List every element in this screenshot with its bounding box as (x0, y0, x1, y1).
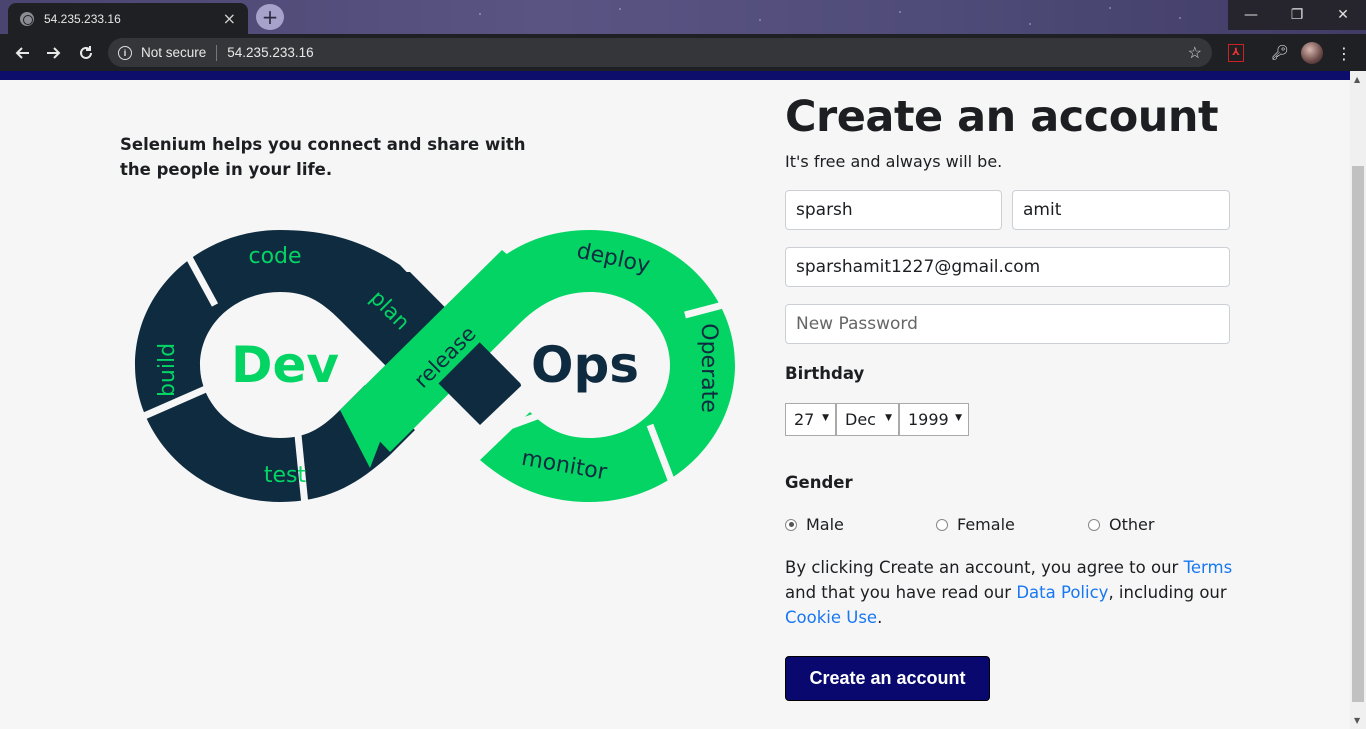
gender-radio-female[interactable]: Female (936, 515, 1015, 534)
radio-selected-icon[interactable] (785, 518, 797, 531)
menu-dots-icon[interactable]: ⋮ (1334, 40, 1354, 66)
tab-title: 54.235.233.16 (44, 11, 121, 26)
tab-close-icon[interactable]: × (223, 9, 236, 28)
birthday-label: Birthday (785, 364, 865, 383)
back-arrow-icon[interactable] (6, 37, 38, 69)
gender-option-label: Female (957, 515, 1015, 534)
url-text: 54.235.233.16 (227, 45, 314, 60)
birthday-year-value: 1999 (908, 410, 949, 429)
terms-link[interactable]: Terms (1184, 558, 1233, 577)
page-subtitle: It's free and always will be. (785, 152, 1003, 171)
scroll-down-icon[interactable]: ▼ (1354, 716, 1360, 725)
reload-icon[interactable] (70, 37, 102, 69)
cookie-use-link[interactable]: Cookie Use (785, 608, 877, 627)
pdf-extension-icon[interactable]: ⅄ (1226, 40, 1246, 66)
last-name-input[interactable] (1012, 190, 1230, 230)
new-password-input[interactable] (785, 304, 1230, 344)
terms-text-part: , including our (1108, 583, 1227, 602)
address-bar[interactable]: i Not secure 54.235.233.16 ☆ (108, 38, 1212, 67)
window-close-button[interactable]: ✕ (1320, 0, 1366, 30)
first-name-input[interactable] (785, 190, 1002, 230)
devops-infinity-diagram: Dev Ops code build test plan release dep… (133, 230, 743, 506)
birthday-day-value: 27 (794, 410, 815, 429)
chevron-down-icon: ▼ (822, 413, 829, 423)
chevron-down-icon: ▼ (955, 413, 962, 423)
info-icon[interactable]: i (118, 45, 132, 60)
data-policy-link[interactable]: Data Policy (1016, 583, 1108, 602)
restore-button[interactable]: ❐ (1274, 0, 1320, 30)
address-separator (216, 44, 218, 61)
birthday-month-select[interactable]: Dec ▼ (836, 403, 899, 436)
scroll-up-icon[interactable]: ▲ (1354, 75, 1360, 84)
minimize-button[interactable]: — (1228, 0, 1274, 30)
bookmark-star-icon[interactable]: ☆ (1188, 43, 1202, 63)
birthday-day-select[interactable]: 27 ▼ (785, 403, 836, 436)
browser-tab[interactable]: 54.235.233.16 × (8, 3, 248, 34)
security-label: Not secure (141, 45, 207, 60)
browser-toolbar: i Not secure 54.235.233.16 ☆ ⅄ 🔑︎ ⋮ (0, 34, 1366, 71)
stage-test: test (264, 463, 307, 488)
key-icon[interactable]: 🔑︎ (1270, 40, 1290, 66)
terms-text-part: By clicking Create an account, you agree… (785, 558, 1184, 577)
stage-build: build (155, 343, 180, 397)
radio-icon[interactable] (1088, 518, 1100, 531)
terms-text: By clicking Create an account, you agree… (785, 555, 1235, 630)
forward-arrow-icon[interactable] (38, 37, 70, 69)
page-content: Selenium helps you connect and share wit… (0, 80, 1350, 729)
stage-code: code (248, 244, 301, 269)
create-account-button[interactable]: Create an account (785, 656, 990, 701)
tagline: Selenium helps you connect and share wit… (120, 135, 526, 179)
gender-radio-other[interactable]: Other (1088, 515, 1154, 534)
stage-operate: Operate (696, 323, 721, 413)
birthday-month-value: Dec (845, 410, 876, 429)
globe-icon (20, 11, 34, 26)
new-tab-button[interactable]: + (256, 4, 284, 30)
scrollbar-thumb[interactable] (1352, 166, 1364, 702)
page-scrollbar[interactable]: ▲ ▼ (1350, 71, 1366, 729)
header-band (0, 71, 1366, 80)
gender-label: Gender (785, 473, 853, 492)
chevron-down-icon: ▼ (885, 413, 892, 423)
browser-tab-strip: 54.235.233.16 × + — ❐ ✕ (0, 0, 1366, 34)
gender-option-label: Other (1109, 515, 1155, 534)
terms-text-part: and that you have read our (785, 583, 1017, 602)
gender-radio-male[interactable]: Male (785, 515, 844, 534)
page-title: Create an account (785, 92, 1219, 142)
radio-icon[interactable] (936, 518, 948, 531)
profile-avatar[interactable] (1300, 40, 1324, 66)
gender-option-label: Male (806, 515, 844, 534)
terms-text-part: . (877, 608, 883, 627)
dev-label: Dev (231, 336, 339, 394)
ops-label: Ops (531, 336, 639, 394)
birthday-year-select[interactable]: 1999 ▼ (899, 403, 969, 436)
email-input[interactable] (785, 247, 1230, 287)
